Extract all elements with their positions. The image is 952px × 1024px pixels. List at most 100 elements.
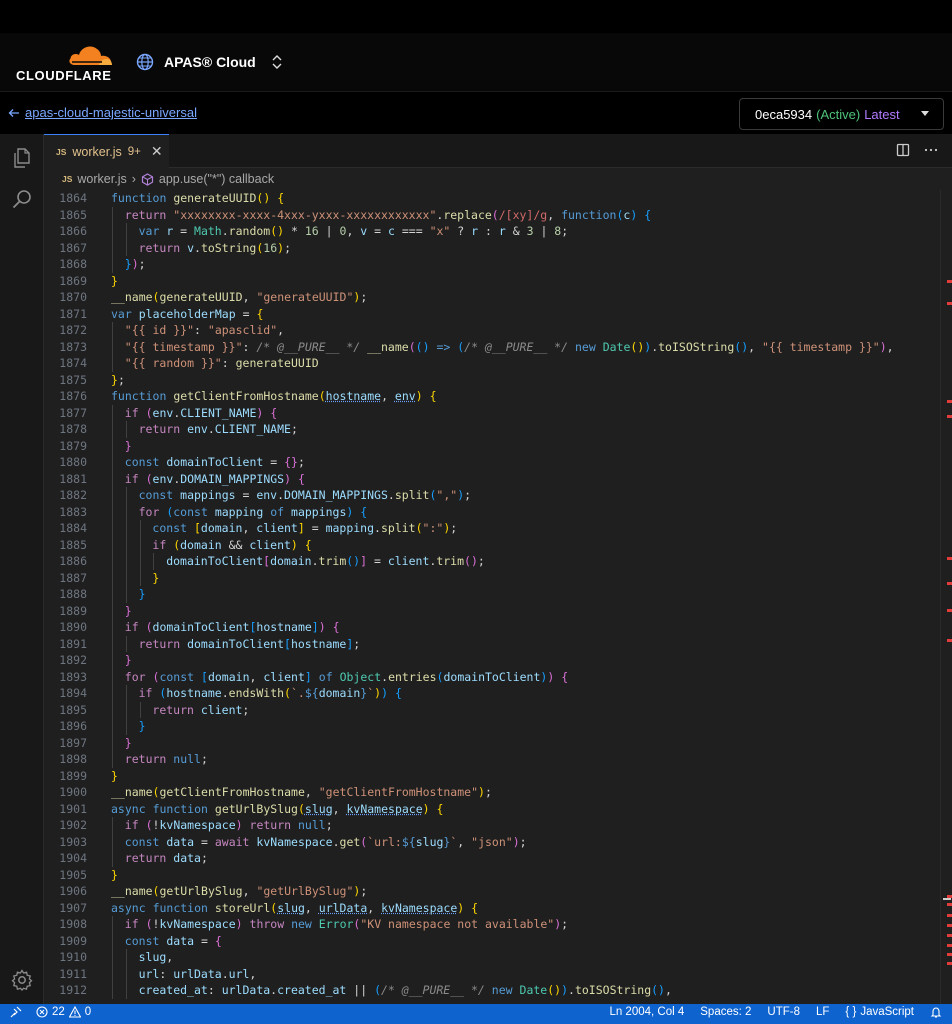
arrow-left-icon	[8, 108, 19, 117]
code-line[interactable]: 1891 return domainToClient[hostname];	[44, 635, 940, 652]
cloudflare-header: CLOUDFLARE APAS® Cloud	[0, 33, 952, 91]
code-line[interactable]: 1908 if (!kvNamespace) throw new Error("K…	[44, 916, 940, 933]
code-line[interactable]: 1902 if (!kvNamespace) return null;	[44, 817, 940, 834]
line-source: const domainToClient = {};	[124, 455, 305, 469]
version-select[interactable]: 0eca5934 (Active) Latest	[739, 98, 944, 130]
tab-worker-js[interactable]: JS worker.js 9+ ✕	[44, 134, 169, 168]
code-line[interactable]: 1878 return env.CLIENT_NAME;	[44, 421, 940, 438]
code-line[interactable]: 1880 const domainToClient = {};	[44, 454, 940, 471]
more-actions-icon[interactable]	[924, 143, 938, 157]
line-source: __name(getClientFromHostname, "getClient…	[111, 785, 492, 799]
problems-indicator[interactable]: 22 0	[36, 1006, 91, 1018]
code-line[interactable]: 1905}	[44, 867, 940, 884]
bell-icon[interactable]	[930, 1006, 942, 1018]
code-lines[interactable]: 1864 function generateUUID() {1865 return …	[44, 190, 940, 1004]
code-line[interactable]: 1903 const data = await kvNamespace.get(`…	[44, 833, 940, 850]
code-line[interactable]: 1885 if (domain && client) {	[44, 536, 940, 553]
scrollbar-error-marker	[947, 903, 952, 907]
cursor-position[interactable]: Ln 2004, Col 4	[609, 1006, 684, 1018]
line-source: function generateUUID() {	[111, 191, 285, 205]
code-line[interactable]: 1907 async function storeUrl(slug, urlDat…	[44, 900, 940, 917]
code-line[interactable]: 1876 function getClientFromHostname(hostn…	[44, 388, 940, 405]
code-line[interactable]: 1893 for (const [domain, client] of Objec…	[44, 668, 940, 685]
code-line[interactable]: 1911 url: urlData.url,	[44, 965, 940, 982]
indent-guide	[112, 338, 113, 355]
indent-guide	[153, 553, 155, 570]
code-line[interactable]: 1888}	[44, 586, 940, 603]
code-line[interactable]: 1897}	[44, 734, 940, 751]
code-line[interactable]: 1870 __name(generateUUID, "generateUUID")…	[44, 289, 940, 306]
code-line[interactable]: 1904 return data;	[44, 850, 940, 867]
code-line[interactable]: 1886 domainToClient[domain.trim()] = clie…	[44, 553, 940, 570]
line-number: 1909	[59, 933, 87, 948]
editor-actions	[896, 143, 938, 157]
line-ending[interactable]: LF	[816, 1006, 829, 1018]
indent-guide	[112, 965, 113, 982]
code-line[interactable]: 1895 return client;	[44, 701, 940, 718]
code-line[interactable]: 1884 const [domain, client] = mapping.spl…	[44, 520, 940, 537]
close-icon[interactable]: ✕	[151, 143, 163, 160]
code-line[interactable]: 1873 "{{ timestamp }}": /* @__PURE__ */ _…	[44, 338, 940, 355]
line-number: 1906	[59, 884, 87, 898]
code-line[interactable]: 1874 "{{ random }}": generateUUID	[44, 355, 940, 372]
code-line[interactable]: 1909 const data = {	[44, 932, 940, 949]
indent-guide	[112, 553, 113, 570]
explorer-files-icon[interactable]	[10, 146, 34, 170]
code-line[interactable]: 1887}	[44, 569, 940, 586]
code-line[interactable]: 1894 if (hostname.endsWith(`.${domain}`))…	[44, 685, 940, 702]
code-line[interactable]: 1900 __name(getClientFromHostname, "getCl…	[44, 784, 940, 801]
code-line[interactable]: 1910 slug,	[44, 949, 940, 966]
code-line[interactable]: 1864 function generateUUID() {	[44, 190, 940, 207]
search-icon[interactable]	[10, 188, 34, 212]
line-number: 1867	[59, 240, 87, 255]
cloudflare-logo[interactable]: CLOUDFLARE	[16, 41, 114, 87]
code-line[interactable]: 1892}	[44, 652, 940, 669]
gear-icon[interactable]	[10, 968, 34, 992]
version-hash: 0eca5934	[755, 106, 813, 122]
code-line[interactable]: 1898 return null;	[44, 751, 940, 768]
code-line[interactable]: 1882 const mappings = env.DOMAIN_MAPPINGS…	[44, 487, 940, 504]
language-mode[interactable]: { } JavaScript	[845, 1006, 914, 1018]
line-number: 1903	[59, 834, 87, 849]
breadcrumb-file[interactable]: worker.js	[77, 172, 126, 186]
line-source: return client;	[152, 702, 250, 717]
split-editor-icon[interactable]	[896, 143, 910, 157]
breadcrumb-symbol[interactable]: app.use("*") callback	[159, 172, 274, 186]
code-line[interactable]: 1871 var placeholderMap = {	[44, 306, 940, 323]
code-line[interactable]: 1877 if (env.CLIENT_NAME) {	[44, 404, 940, 421]
code-line[interactable]: 1869}	[44, 273, 940, 290]
code-line[interactable]: 1906 __name(getUrlBySlug, "getUrlBySlug")…	[44, 883, 940, 900]
code-line[interactable]: 1912 created_at: urlData.created_at || (/…	[44, 982, 940, 999]
code-line[interactable]: 1872 "{{ id }}": "apasclid",	[44, 322, 940, 339]
code-line[interactable]: 1889}	[44, 602, 940, 619]
line-source: }	[152, 570, 160, 585]
remote-icon[interactable]	[10, 1006, 22, 1018]
indentation[interactable]: Spaces: 2	[700, 1006, 751, 1018]
line-number: 1882	[59, 488, 87, 502]
code-line[interactable]: 1883 for (const mapping of mappings) {	[44, 503, 940, 520]
indent-guide	[112, 602, 113, 619]
back-link[interactable]: apas-cloud-majestic-universal	[8, 105, 197, 120]
code-line[interactable]: 1866 var r = Math.random() * 16 | 0, v = …	[44, 223, 940, 240]
indent-guide	[112, 817, 113, 834]
indent-guide	[112, 223, 113, 240]
editor-scrollbar[interactable]	[940, 190, 952, 1004]
app-selector[interactable]: APAS® Cloud	[136, 50, 284, 74]
file-encoding[interactable]: UTF-8	[767, 1006, 800, 1018]
code-line[interactable]: 1867 return v.toString(16);	[44, 239, 940, 256]
code-line[interactable]: 1899}	[44, 768, 940, 785]
indent-guide	[125, 685, 127, 702]
code-line[interactable]: 1865 return "xxxxxxxx-xxxx-4xxx-yxxx-xxxx…	[44, 206, 940, 223]
code-line[interactable]: 1881 if (env.DOMAIN_MAPPINGS) {	[44, 470, 940, 487]
code-line[interactable]: 1875};	[44, 372, 940, 389]
indent-guide	[125, 520, 127, 537]
code-line[interactable]: 1901 async function getUrlBySlug(slug, kv…	[44, 801, 940, 818]
line-number: 1901	[59, 801, 87, 816]
line-source: return "xxxxxxxx-xxxx-4xxx-yxxx-xxxxxxxx…	[124, 207, 652, 222]
code-line[interactable]: 1879}	[44, 437, 940, 454]
line-number: 1896	[59, 719, 87, 733]
code-line[interactable]: 1890 if (domainToClient[hostname]) {	[44, 619, 940, 636]
code-line[interactable]: 1868});	[44, 256, 940, 273]
scrollbar-error-marker	[947, 280, 952, 284]
code-line[interactable]: 1896}	[44, 718, 940, 735]
